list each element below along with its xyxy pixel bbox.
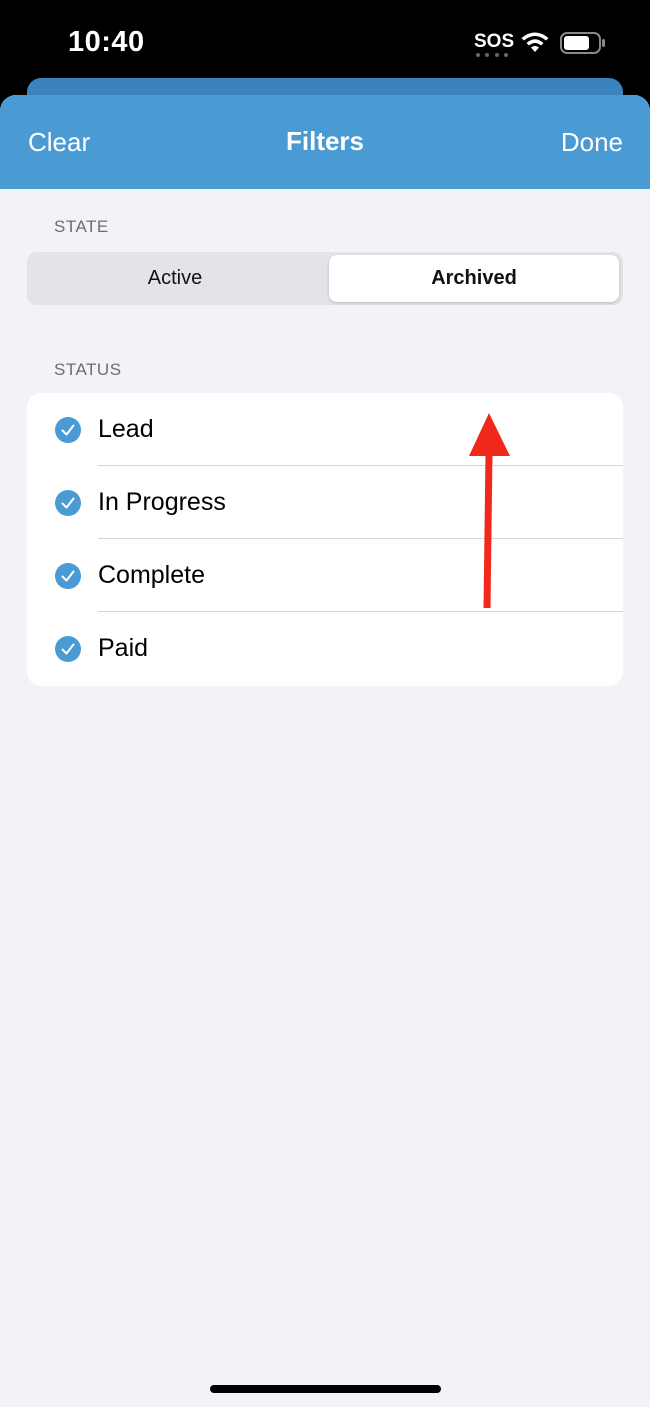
status-item-in-progress[interactable]: In Progress (27, 466, 623, 539)
status-section-header: STATUS (54, 360, 122, 379)
status-item-label: In Progress (98, 488, 226, 516)
status-item-paid[interactable]: Paid (27, 612, 623, 685)
done-button[interactable]: Done (561, 127, 623, 158)
status-item-complete[interactable]: Complete (27, 539, 623, 612)
annotation-arrow-icon (469, 413, 510, 608)
page-title: Filters (285, 126, 365, 156)
segment-active[interactable]: Active (30, 255, 320, 302)
segment-archived[interactable]: Archived (329, 255, 619, 302)
checkmark-circle-icon (55, 490, 81, 516)
checkmark-circle-icon (55, 563, 81, 589)
home-indicator (210, 1385, 441, 1393)
status-time: 10:40 (68, 26, 145, 58)
state-section-header: STATE (54, 217, 109, 236)
filters-sheet: Clear Filters Done STATE Active Archived… (0, 95, 650, 1407)
status-item-lead[interactable]: Lead (27, 393, 623, 466)
status-item-label: Complete (98, 561, 205, 589)
status-bar: 10:40 SOS (0, 0, 650, 90)
checkmark-circle-icon (55, 636, 81, 662)
status-list: Lead In Progress Complete Paid (27, 393, 623, 686)
signal-dots-icon (476, 53, 508, 57)
status-item-label: Paid (98, 634, 149, 662)
state-segmented-control: Active Archived (27, 252, 623, 305)
nav-bar: Clear Filters Done (0, 95, 650, 189)
wifi-icon (521, 32, 549, 52)
checkmark-circle-icon (55, 417, 81, 443)
sos-indicator: SOS (474, 31, 515, 52)
status-item-label: Lead (98, 415, 154, 443)
battery-icon (560, 32, 605, 54)
